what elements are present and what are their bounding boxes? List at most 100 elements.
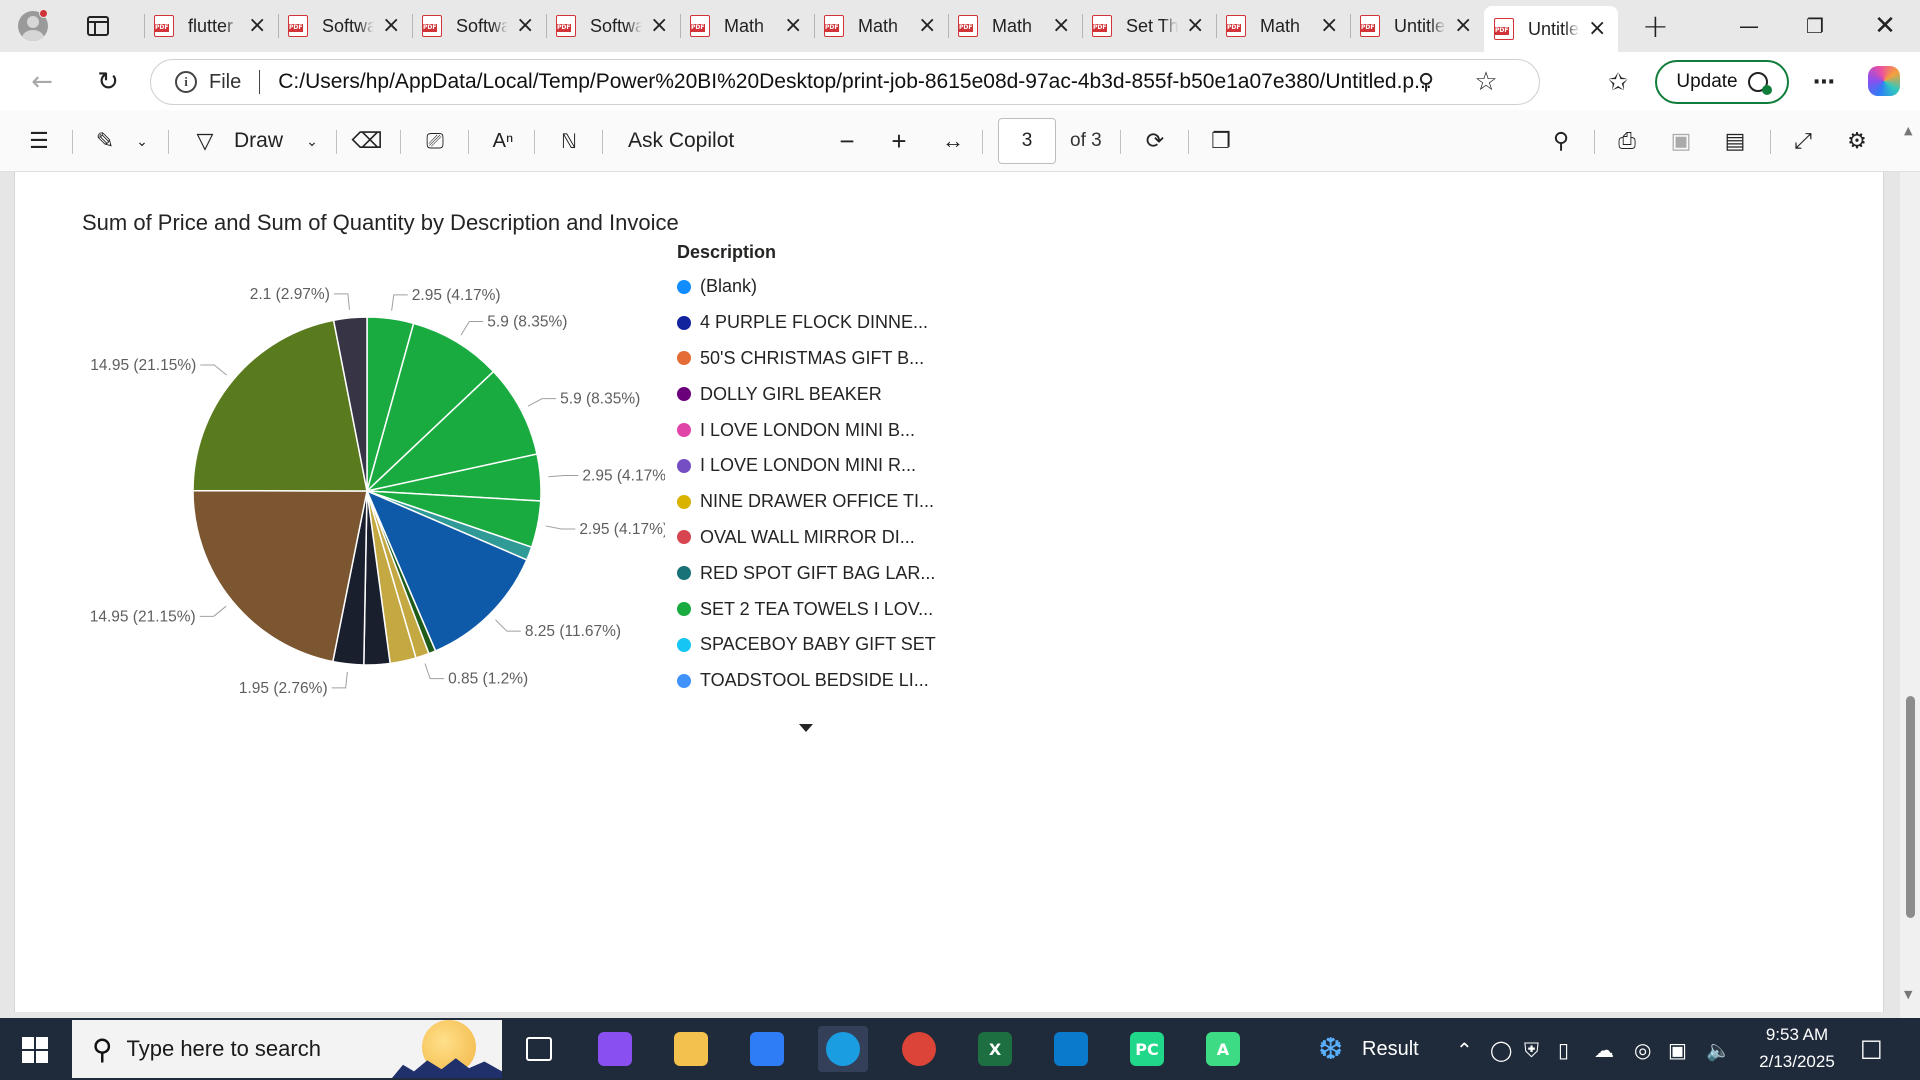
- legend-item[interactable]: I LOVE LONDON MINI B...: [677, 412, 936, 448]
- chevron-down-icon[interactable]: ⌄: [302, 126, 322, 156]
- volume-icon[interactable]: 🔈: [1706, 1038, 1731, 1062]
- contents-icon[interactable]: ☰: [24, 126, 54, 156]
- browser-tab[interactable]: PDF Set Th ×: [1082, 0, 1216, 52]
- zoom-out-icon[interactable]: −: [832, 126, 862, 156]
- translate-icon[interactable]: ℕ: [554, 126, 584, 156]
- profile-icon[interactable]: [12, 5, 54, 47]
- text-box-icon[interactable]: ⎚: [420, 126, 450, 156]
- security-icon[interactable]: ⛨: [1524, 1038, 1539, 1062]
- browser-tab[interactable]: PDF Math ×: [680, 0, 814, 52]
- close-tab-icon[interactable]: ×: [516, 15, 534, 37]
- print-icon[interactable]: ⎙: [1612, 126, 1642, 156]
- back-icon[interactable]: ←: [22, 62, 62, 102]
- legend-item[interactable]: OVAL WALL MIRROR DI...: [677, 520, 936, 556]
- page-number-input[interactable]: 3: [998, 118, 1056, 164]
- browser-tab[interactable]: PDF Math ×: [948, 0, 1082, 52]
- save-as-icon[interactable]: ▤: [1720, 126, 1750, 156]
- draw-button[interactable]: Draw: [234, 126, 283, 156]
- close-tab-icon[interactable]: ×: [784, 15, 802, 37]
- browser-tab[interactable]: PDF Software ×: [278, 0, 412, 52]
- close-tab-icon[interactable]: ×: [1588, 18, 1606, 40]
- legend-item[interactable]: TOADSTOOL BEDSIDE LI...: [677, 663, 936, 699]
- scroll-down-icon[interactable]: ▼: [1904, 988, 1912, 1001]
- taskbar-search[interactable]: ⚲ Type here to search: [72, 1020, 502, 1078]
- search-icon[interactable]: ⚲: [1546, 126, 1576, 156]
- legend-item[interactable]: (Blank): [677, 269, 936, 305]
- copilot-icon[interactable]: [1868, 66, 1900, 96]
- close-tab-icon[interactable]: ×: [918, 15, 936, 37]
- browser-tab[interactable]: PDF Untitled ×: [1350, 0, 1484, 52]
- copilot-app-icon[interactable]: [590, 1026, 640, 1072]
- android-studio-icon[interactable]: A: [1198, 1026, 1248, 1072]
- browser-tab[interactable]: PDF Math ×: [814, 0, 948, 52]
- weather-icon[interactable]: ❆: [1318, 1032, 1343, 1067]
- close-tab-icon[interactable]: ×: [1454, 15, 1472, 37]
- close-tab-icon[interactable]: ×: [1320, 15, 1338, 37]
- page-view-icon[interactable]: ❐: [1206, 126, 1236, 156]
- settings-icon[interactable]: ⚙: [1842, 126, 1872, 156]
- pycharm-icon[interactable]: PC: [1122, 1026, 1172, 1072]
- read-aloud-icon[interactable]: Aⁿ: [488, 126, 518, 156]
- fit-width-icon[interactable]: ↔: [938, 126, 968, 156]
- close-tab-icon[interactable]: ×: [1052, 15, 1070, 37]
- scroll-thumb[interactable]: [1906, 696, 1915, 918]
- url-text[interactable]: C:/Users/hp/AppData/Local/Temp/Power%20B…: [278, 70, 1438, 94]
- eraser-icon[interactable]: ⌫: [351, 126, 382, 156]
- omnibox[interactable]: i File C:/Users/hp/AppData/Local/Temp/Po…: [150, 59, 1540, 105]
- legend-item[interactable]: RED SPOT GIFT BAG LAR...: [677, 555, 936, 591]
- close-tab-icon[interactable]: ×: [248, 15, 266, 37]
- network-icon[interactable]: ◎: [1634, 1038, 1651, 1062]
- legend-item[interactable]: 50'S CHRISTMAS GIFT B...: [677, 341, 936, 377]
- legend-item[interactable]: SET 2 TEA TOWELS I LOV...: [677, 591, 936, 627]
- save-icon[interactable]: ▣: [1666, 126, 1696, 156]
- browser-tab[interactable]: PDF Untitled ×: [1484, 6, 1618, 52]
- zoom-icon[interactable]: ⚲: [1406, 62, 1446, 102]
- ask-copilot-button[interactable]: Ask Copilot: [628, 126, 734, 156]
- result-label[interactable]: Result: [1362, 1038, 1419, 1061]
- clock-date[interactable]: 2/13/2025: [1744, 1052, 1850, 1072]
- close-tab-icon[interactable]: ×: [650, 15, 668, 37]
- legend-item[interactable]: I LOVE LONDON MINI R...: [677, 448, 936, 484]
- legend-item[interactable]: SPACEBOY BABY GIFT SET: [677, 627, 936, 663]
- legend-item[interactable]: 4 PURPLE FLOCK DINNE...: [677, 305, 936, 341]
- clock-time[interactable]: 9:53 AM: [1752, 1025, 1842, 1045]
- file-explorer-icon[interactable]: [666, 1026, 716, 1072]
- app-icon[interactable]: ▣: [1668, 1038, 1687, 1062]
- scrollbar[interactable]: ▲ ▼: [1900, 124, 1920, 1018]
- update-button[interactable]: Update: [1655, 60, 1789, 104]
- chrome-icon[interactable]: [894, 1026, 944, 1072]
- draw-icon[interactable]: ▽: [190, 126, 220, 156]
- onedrive-icon[interactable]: ☁: [1594, 1038, 1614, 1062]
- favorites-icon[interactable]: ✩: [1598, 62, 1638, 102]
- favorite-icon[interactable]: ☆: [1466, 62, 1506, 102]
- microsoft-store-icon[interactable]: [742, 1026, 792, 1072]
- meet-icon[interactable]: ◯: [1490, 1038, 1512, 1062]
- fullscreen-icon[interactable]: ⤢: [1788, 126, 1818, 156]
- minimize-icon[interactable]: —: [1716, 0, 1782, 52]
- close-tab-icon[interactable]: ×: [382, 15, 400, 37]
- more-icon[interactable]: ⋯: [1804, 62, 1844, 102]
- close-tab-icon[interactable]: ×: [1186, 15, 1204, 37]
- start-icon[interactable]: [22, 1037, 48, 1063]
- legend-item[interactable]: NINE DRAWER OFFICE TI...: [677, 484, 936, 520]
- highlight-icon[interactable]: ✎: [90, 126, 120, 156]
- restore-icon[interactable]: ❐: [1782, 0, 1848, 52]
- new-tab-icon[interactable]: +: [1642, 7, 1669, 45]
- notifications-icon[interactable]: □: [1860, 1034, 1883, 1062]
- zoom-in-icon[interactable]: +: [884, 126, 914, 156]
- tab-actions-icon[interactable]: [78, 6, 118, 46]
- close-icon[interactable]: ✕: [1852, 0, 1918, 52]
- browser-tab[interactable]: PDF Software ×: [412, 0, 546, 52]
- task-view-icon[interactable]: [514, 1026, 564, 1072]
- battery-icon[interactable]: ▯: [1558, 1038, 1569, 1062]
- excel-icon[interactable]: X: [970, 1026, 1020, 1072]
- edge-icon[interactable]: [818, 1026, 868, 1072]
- vscode-icon[interactable]: [1046, 1026, 1096, 1072]
- browser-tab[interactable]: PDF flutter ×: [144, 0, 278, 52]
- chevron-down-icon[interactable]: ⌄: [132, 126, 152, 156]
- refresh-icon[interactable]: ↻: [88, 62, 128, 102]
- chevron-up-icon[interactable]: ⌃: [1456, 1038, 1473, 1062]
- browser-tab[interactable]: PDF Software ×: [546, 0, 680, 52]
- browser-tab[interactable]: PDF Math ×: [1216, 0, 1350, 52]
- info-icon[interactable]: i: [175, 71, 197, 93]
